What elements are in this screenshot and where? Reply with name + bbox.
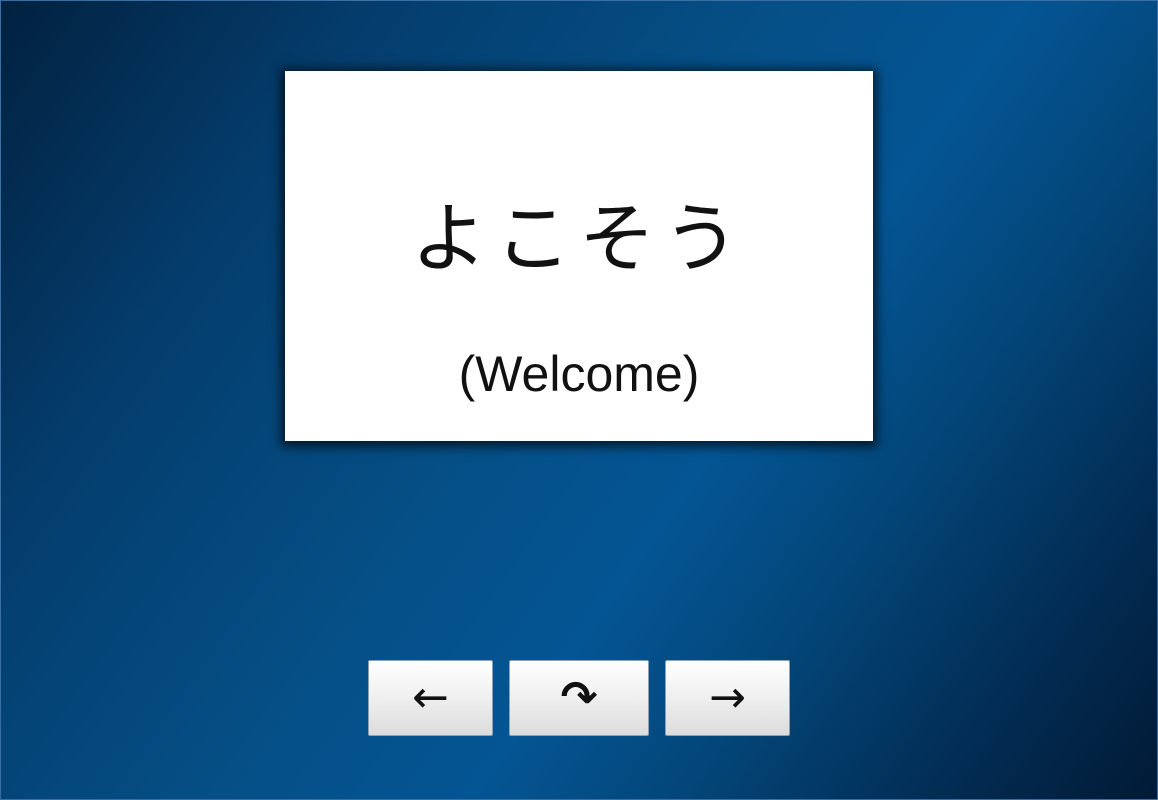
flip-card-button[interactable]: ↷	[509, 660, 649, 736]
next-card-button[interactable]: →	[665, 660, 790, 736]
arrow-left-icon: ←	[412, 672, 449, 723]
previous-card-button[interactable]: ←	[368, 660, 493, 736]
rotate-clockwise-icon: ↷	[560, 672, 598, 723]
arrow-right-icon: →	[709, 672, 746, 723]
card-word: よこそう	[411, 194, 747, 283]
flashcard[interactable]: よこそう (Welcome)	[285, 71, 873, 441]
card-translation: (Welcome)	[458, 346, 700, 402]
